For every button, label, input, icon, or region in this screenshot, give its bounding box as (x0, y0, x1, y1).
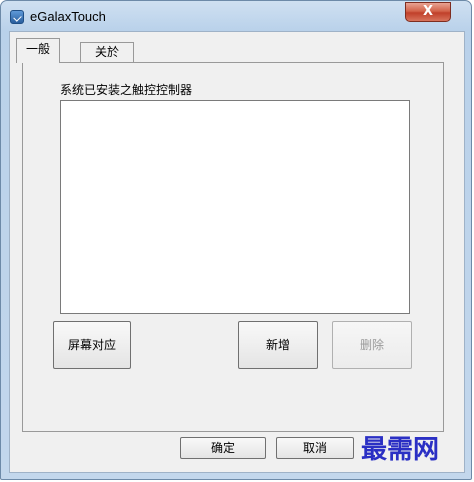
close-button[interactable]: X (405, 2, 451, 22)
title-bar[interactable]: eGalaxTouch X (1, 1, 471, 31)
installed-controllers-label: 系统已安装之触控控制器 (60, 83, 193, 97)
window-title: eGalaxTouch (30, 9, 106, 24)
add-button[interactable]: 新增 (238, 321, 318, 369)
tab-general[interactable]: 一般 (16, 38, 60, 63)
controllers-list[interactable] (60, 100, 410, 314)
screen-mapping-button[interactable]: 屏幕对应 (53, 321, 131, 369)
watermark-text: 最需网 (361, 435, 440, 465)
delete-button: 删除 (332, 321, 412, 369)
app-icon (10, 10, 24, 24)
ok-button[interactable]: 确定 (180, 437, 266, 459)
cancel-button[interactable]: 取消 (276, 437, 354, 459)
tab-about[interactable]: 关於 (80, 42, 134, 62)
